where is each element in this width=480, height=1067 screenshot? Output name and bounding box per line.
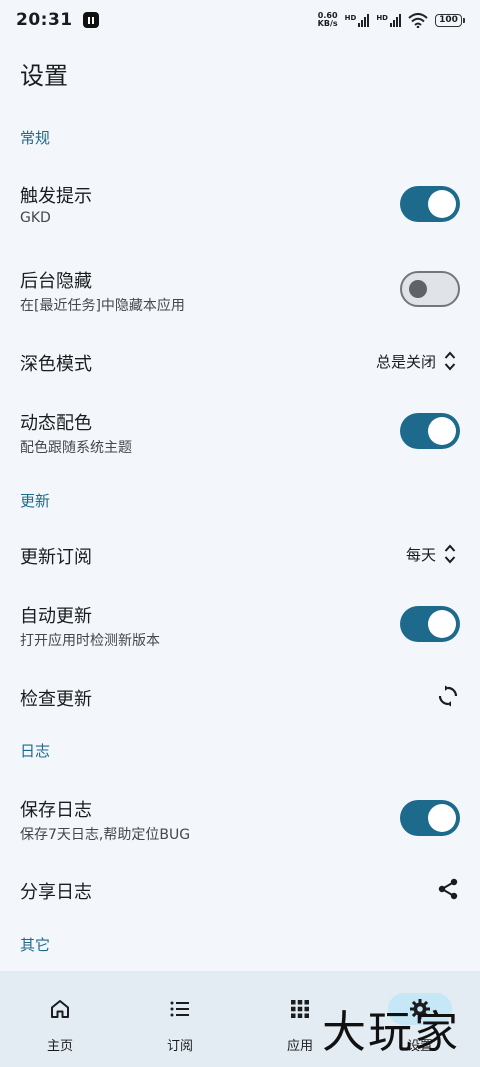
nav-item-subscriptions[interactable]: 订阅 <box>120 971 240 1067</box>
setting-save-log[interactable]: 保存日志 保存7天日志,帮助定位BUG <box>0 784 480 854</box>
nav-item-home[interactable]: 主页 <box>0 971 120 1067</box>
wifi-icon <box>408 12 428 28</box>
auto-update-toggle[interactable] <box>400 606 460 642</box>
battery-icon: 100 <box>435 13 465 27</box>
list-icon <box>170 1001 189 1017</box>
setting-subtitle: 保存7天日志,帮助定位BUG <box>20 827 191 843</box>
dark-mode-value: 总是关闭 <box>375 352 436 371</box>
status-bar: 20:31 0.60 KB/s HD HD 100 <box>0 0 480 40</box>
unfold-icon <box>444 544 456 564</box>
section-header-update: 更新 <box>20 492 51 510</box>
section-header-general: 常规 <box>20 129 51 147</box>
share-icon[interactable] <box>436 877 460 901</box>
setting-share-log[interactable]: 分享日志 <box>0 866 480 912</box>
setting-title: 深色模式 <box>20 354 92 375</box>
update-frequency-selector[interactable]: 每天 <box>406 543 456 565</box>
network-speed: 0.60 KB/s <box>317 11 338 28</box>
setting-title: 动态配色 <box>20 413 92 434</box>
setting-subtitle: 在[最近任务]中隐藏本应用 <box>20 298 185 314</box>
setting-auto-update[interactable]: 自动更新 打开应用时检测新版本 <box>0 590 480 660</box>
signal-icon: HD <box>345 13 370 27</box>
status-time: 20:31 <box>16 10 73 30</box>
setting-dynamic-color[interactable]: 动态配色 配色跟随系统主题 <box>0 397 480 467</box>
section-header-log: 日志 <box>20 742 51 760</box>
pause-notification-icon <box>82 12 99 28</box>
setting-check-update[interactable]: 检查更新 <box>0 673 480 719</box>
setting-update-subscription[interactable]: 更新订阅 每天 <box>0 531 480 577</box>
setting-subtitle: 配色跟随系统主题 <box>20 440 132 456</box>
setting-trigger-tip[interactable]: 触发提示 GKD <box>0 170 480 240</box>
watermark: 大玩家 <box>322 1007 460 1058</box>
setting-title: 分享日志 <box>20 882 92 903</box>
home-icon <box>51 1000 69 1018</box>
unfold-icon <box>444 351 456 371</box>
setting-title: 自动更新 <box>20 606 92 627</box>
setting-title: 触发提示 <box>20 186 92 207</box>
apps-grid-icon <box>291 1000 309 1018</box>
page-title: 设置 <box>20 62 68 90</box>
setting-title: 检查更新 <box>20 689 92 710</box>
signal-icon-2: HD <box>376 13 401 27</box>
nav-label-home: 主页 <box>46 1039 73 1054</box>
setting-hide-background[interactable]: 后台隐藏 在[最近任务]中隐藏本应用 <box>0 255 480 325</box>
setting-dark-mode[interactable]: 深色模式 总是关闭 <box>0 338 480 384</box>
setting-title: 保存日志 <box>20 800 92 821</box>
save-log-toggle[interactable] <box>400 800 460 836</box>
trigger-tip-toggle[interactable] <box>400 186 460 222</box>
section-header-other: 其它 <box>20 936 51 954</box>
update-frequency-value: 每天 <box>405 545 436 564</box>
dynamic-color-toggle[interactable] <box>400 413 460 449</box>
setting-subtitle: 打开应用时检测新版本 <box>20 633 160 649</box>
refresh-icon[interactable] <box>436 684 460 708</box>
setting-subtitle: GKD <box>20 210 51 226</box>
setting-title: 后台隐藏 <box>20 271 92 292</box>
dark-mode-selector[interactable]: 总是关闭 <box>376 350 456 372</box>
nav-label-subscriptions: 订阅 <box>166 1039 193 1054</box>
setting-title: 更新订阅 <box>20 547 92 568</box>
nav-label-apps: 应用 <box>286 1039 313 1054</box>
hide-background-toggle[interactable] <box>400 271 460 307</box>
